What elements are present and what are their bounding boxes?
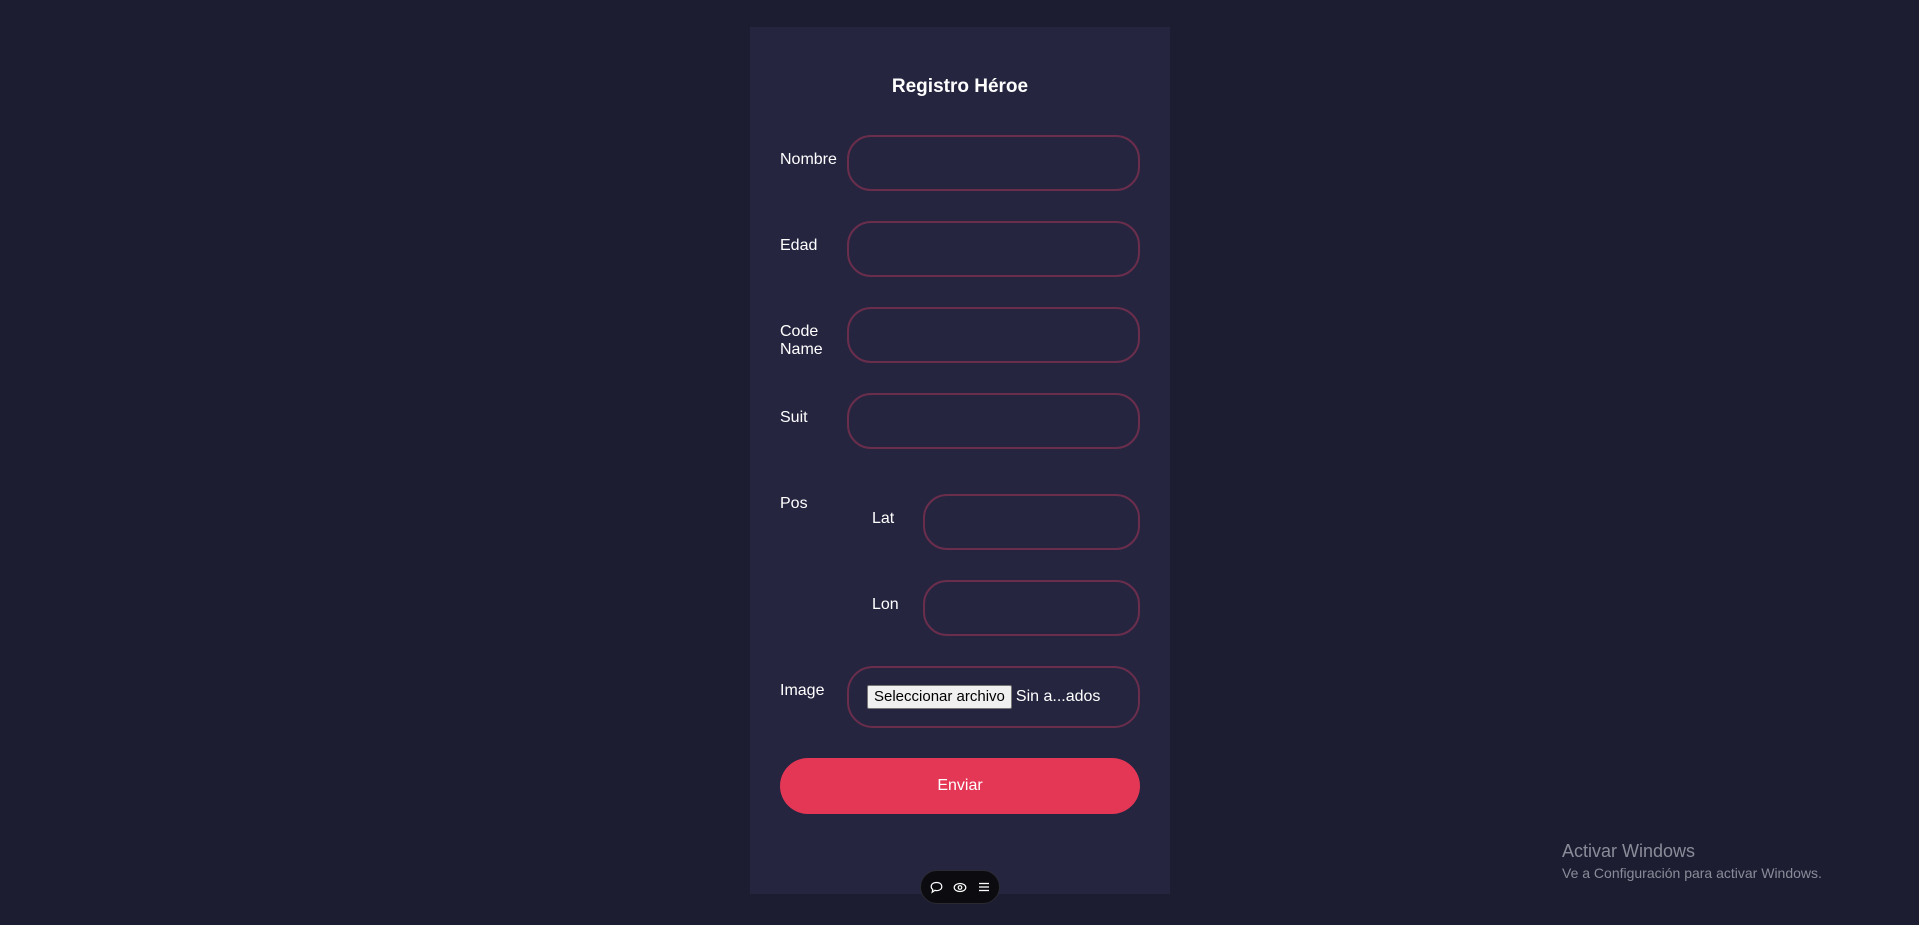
lon-label: Lon (872, 596, 899, 613)
code-name-label: Code Name (780, 323, 823, 359)
code-name-label-line2: Name (780, 341, 823, 358)
lon-input[interactable] (923, 580, 1140, 636)
code-name-input[interactable] (847, 307, 1140, 363)
floating-toolbar (920, 870, 1000, 904)
image-label: Image (780, 682, 825, 699)
submit-button[interactable]: Enviar (780, 758, 1140, 814)
nombre-input[interactable] (847, 135, 1140, 191)
menu-icon[interactable] (977, 880, 991, 894)
form-title: Registro Héroe (891, 76, 1029, 97)
lat-label: Lat (872, 510, 895, 527)
nombre-label: Nombre (780, 151, 837, 168)
eye-icon[interactable] (953, 880, 967, 894)
windows-activation-watermark: Activar Windows Ve a Configuración para … (1562, 840, 1822, 882)
code-name-label-line1: Code (780, 323, 819, 340)
lat-input[interactable] (923, 494, 1140, 550)
comment-icon[interactable] (929, 880, 943, 894)
suit-label: Suit (780, 409, 808, 426)
file-status-text: Sin a...ados (1015, 688, 1101, 705)
image-file-input[interactable]: Seleccionar archivo Sin a...ados (847, 666, 1140, 728)
hero-registration-form: Registro Héroe Nombre Edad Code Name Sui… (750, 27, 1170, 894)
pos-label: Pos (780, 495, 808, 512)
edad-input[interactable] (847, 221, 1140, 277)
edad-label: Edad (780, 237, 818, 254)
suit-input[interactable] (847, 393, 1140, 449)
watermark-title: Activar Windows (1562, 841, 1696, 861)
watermark-subtitle: Ve a Configuración para activar Windows. (1562, 865, 1822, 881)
page: Registro Héroe Nombre Edad Code Name Sui… (0, 0, 1919, 925)
choose-file-button[interactable]: Seleccionar archivo (867, 685, 1012, 709)
